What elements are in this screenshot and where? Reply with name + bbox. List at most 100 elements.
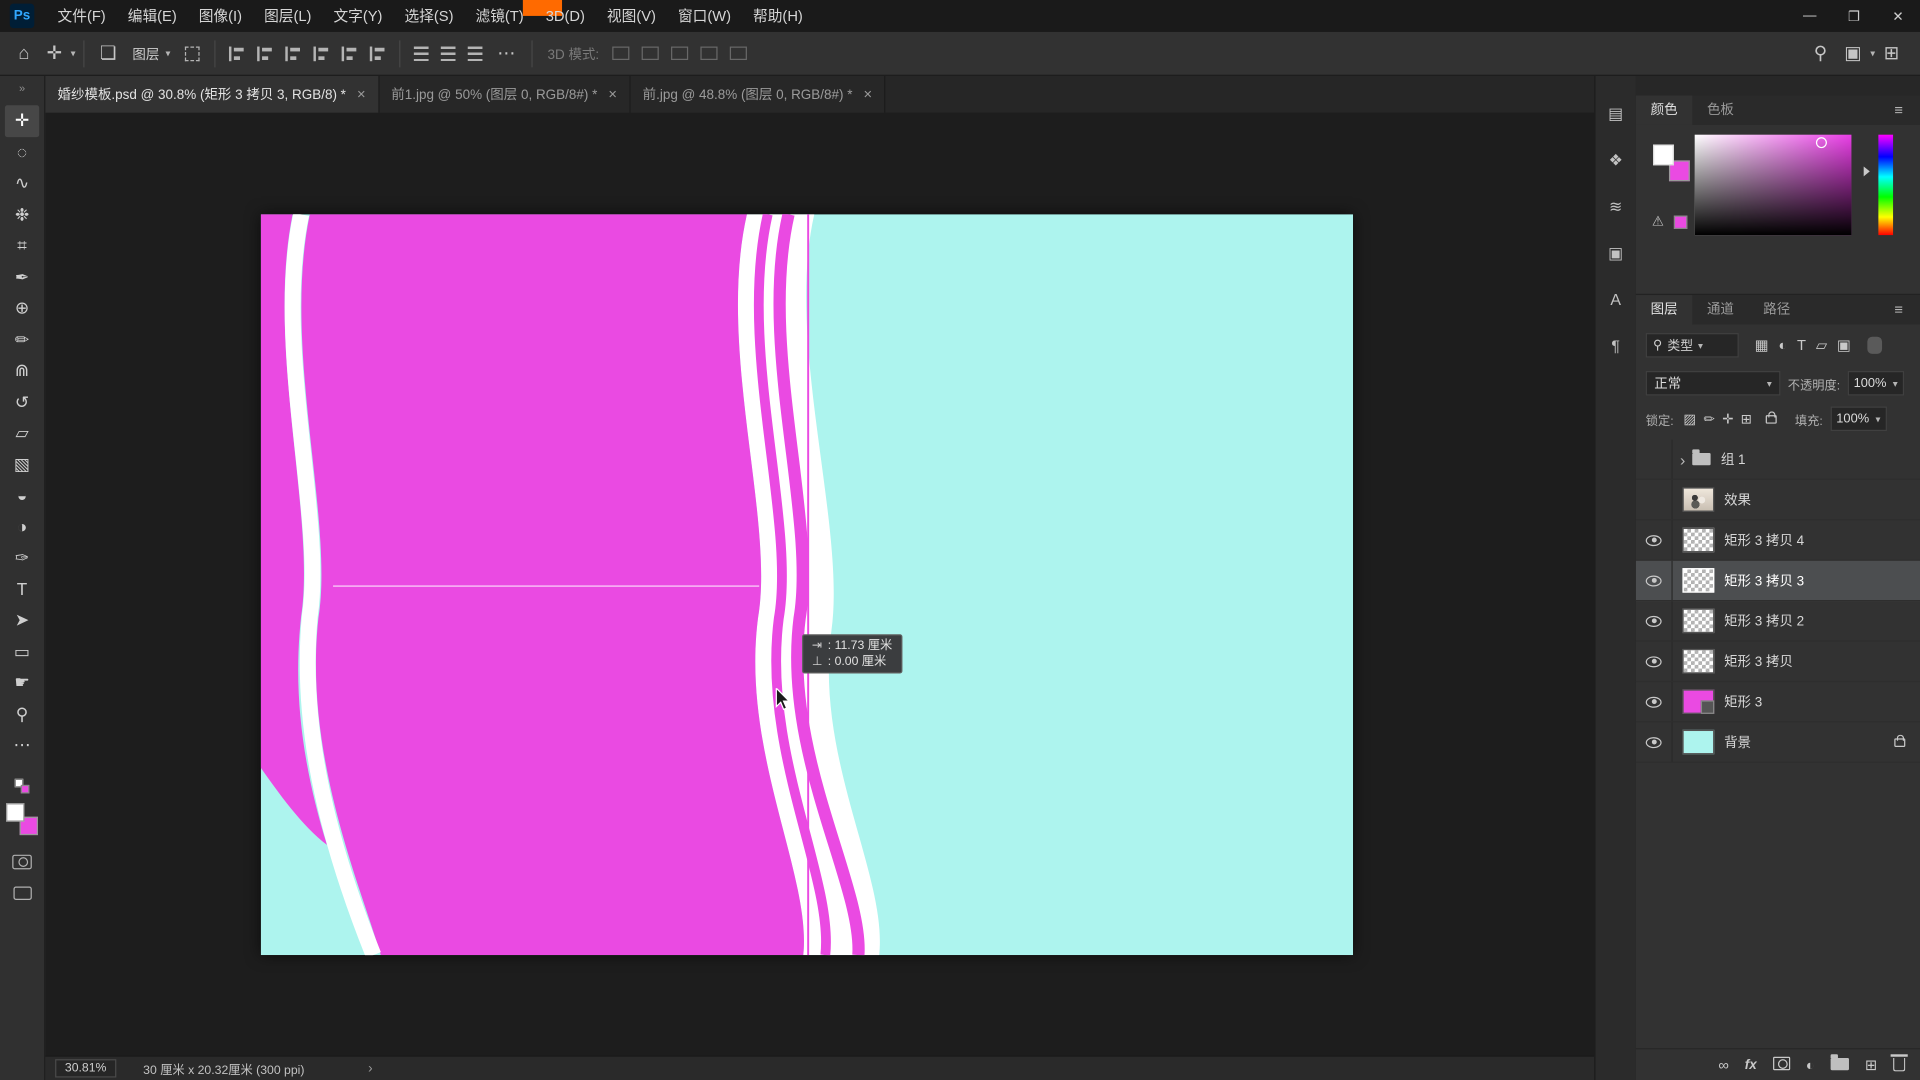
layer-style-icon[interactable]: fx — [1745, 1057, 1757, 1072]
layer-filter-toggle[interactable] — [1867, 337, 1882, 354]
adjustment-layer-icon[interactable]: ◐ — [1806, 1056, 1815, 1073]
brush-tool[interactable]: ✏ — [5, 324, 39, 355]
menu-item[interactable]: 视图(V) — [596, 0, 667, 32]
hue-slider[interactable] — [1878, 135, 1893, 235]
layer-row[interactable]: 背景 — [1636, 722, 1920, 762]
quick-select-tool[interactable]: ❉ — [5, 199, 39, 230]
lock-transparent-icon[interactable]: ▨ — [1681, 411, 1699, 427]
distribute-vertical-icon[interactable] — [414, 46, 429, 61]
collapse-toolbar-icon[interactable]: » — [0, 76, 44, 98]
layer-row[interactable]: 矩形 3 拷贝 4 — [1636, 520, 1920, 560]
distribute-even-icon[interactable] — [468, 46, 483, 61]
menu-item[interactable]: 图层(L) — [253, 0, 322, 32]
menu-item[interactable]: 图像(I) — [188, 0, 253, 32]
align-top-icon[interactable] — [314, 46, 330, 61]
layer-thumbnail[interactable] — [1682, 487, 1714, 511]
align-left-icon[interactable] — [229, 46, 245, 61]
properties-panel-icon[interactable]: ▤ — [1608, 103, 1623, 125]
align-right-icon[interactable] — [285, 46, 301, 61]
layer-row[interactable]: 矩形 3 拷贝 2 — [1636, 601, 1920, 641]
lock-position-icon[interactable]: ✛ — [1720, 411, 1736, 427]
foreground-color-swatch[interactable] — [6, 803, 24, 821]
tab-channels[interactable]: 通道 — [1692, 295, 1748, 324]
menu-item[interactable]: 文字(Y) — [322, 0, 393, 32]
visibility-toggle[interactable] — [1636, 682, 1673, 721]
saturation-brightness-field[interactable] — [1695, 135, 1852, 235]
color-picker-marker[interactable] — [1816, 137, 1827, 148]
visibility-toggle[interactable] — [1636, 480, 1673, 519]
link-layers-icon[interactable]: ∞ — [1718, 1056, 1728, 1073]
new-group-icon[interactable] — [1831, 1056, 1849, 1073]
layer-thumbnail[interactable] — [1682, 609, 1714, 633]
threed-mode-icon-2[interactable] — [642, 47, 659, 60]
document-tab[interactable]: 婚纱模板.psd @ 30.8% (矩形 3 拷贝 3, RGB/8) * × — [45, 76, 379, 113]
healing-brush-tool[interactable]: ⊕ — [5, 293, 39, 324]
hand-tool[interactable]: ☛ — [5, 667, 39, 698]
threed-mode-icon-3[interactable] — [671, 47, 688, 60]
swatches-panel-icon[interactable]: ❖ — [1609, 149, 1623, 171]
marquee-tool[interactable]: ◌ — [5, 137, 39, 168]
clone-source-panel-icon[interactable]: ▣ — [1608, 242, 1623, 264]
clone-stamp-tool[interactable]: ⋒ — [5, 355, 39, 386]
distribute-horizontal-icon[interactable] — [441, 46, 456, 61]
threed-mode-icon-4[interactable] — [701, 47, 718, 60]
layer-row[interactable]: › 组 1 — [1636, 440, 1920, 480]
show-transform-controls-icon[interactable] — [185, 46, 200, 61]
zoom-tool[interactable]: ⚲ — [5, 699, 39, 730]
delete-layer-icon[interactable] — [1893, 1054, 1905, 1075]
menu-item[interactable]: 文件(F) — [47, 0, 117, 32]
menu-item[interactable]: 窗口(W) — [667, 0, 742, 32]
home-icon[interactable]: ⌂ — [10, 32, 38, 74]
default-colors-icon[interactable] — [15, 778, 30, 793]
threed-mode-icon-1[interactable] — [613, 47, 630, 60]
eraser-tool[interactable]: ▱ — [5, 418, 39, 449]
pen-tool[interactable]: ✑ — [5, 542, 39, 573]
opacity-field[interactable]: 100% ▾ — [1847, 371, 1903, 395]
menu-item[interactable]: 帮助(H) — [742, 0, 814, 32]
paragraph-panel-icon[interactable]: ¶ — [1611, 336, 1620, 358]
filter-shape-layers-icon[interactable]: ▱ — [1812, 337, 1831, 354]
auto-select-target-dropdown[interactable]: 图层 ▾ — [125, 41, 178, 65]
status-expand-icon[interactable]: › — [361, 1060, 380, 1077]
eyedropper-tool[interactable]: ✒ — [5, 261, 39, 292]
close-icon[interactable]: × — [357, 86, 366, 103]
move-tool[interactable]: ✛ — [5, 105, 39, 136]
layer-row[interactable]: 效果 — [1636, 480, 1920, 520]
blend-mode-dropdown[interactable]: 正常 ▾ — [1646, 371, 1781, 395]
search-icon[interactable]: ⚲ — [1805, 32, 1836, 74]
type-tool[interactable]: T — [5, 574, 39, 605]
foreground-color-swatch[interactable] — [1653, 144, 1674, 165]
align-more-icon[interactable]: ⋯ — [489, 32, 525, 74]
layer-thumbnail[interactable] — [1682, 730, 1714, 754]
menu-item[interactable]: 滤镜(T) — [464, 0, 534, 32]
lock-image-icon[interactable]: ✏ — [1701, 411, 1717, 427]
fill-field[interactable]: 100% ▾ — [1830, 407, 1886, 431]
document-tab[interactable]: 前.jpg @ 48.8% (图层 0, RGB/8#) * × — [630, 76, 885, 113]
screen-mode-icon[interactable] — [13, 886, 31, 899]
menu-item[interactable]: 3D(D) — [535, 0, 596, 32]
restore-button[interactable]: ❐ — [1832, 0, 1876, 32]
visibility-toggle[interactable] — [1636, 601, 1673, 640]
layer-thumbnail[interactable] — [1682, 649, 1714, 673]
filter-type-layers-icon[interactable]: T — [1793, 337, 1809, 354]
tab-layers[interactable]: 图层 — [1636, 295, 1692, 324]
document-tab[interactable]: 前1.jpg @ 50% (图层 0, RGB/8#) * × — [379, 76, 630, 113]
menu-item[interactable]: 选择(S) — [393, 0, 464, 32]
close-icon[interactable]: × — [608, 86, 617, 103]
filter-smart-objects-icon[interactable]: ▣ — [1833, 337, 1854, 354]
new-layer-icon[interactable]: ⊞ — [1865, 1056, 1877, 1073]
lock-all-icon[interactable] — [1766, 414, 1777, 423]
align-center-h-icon[interactable] — [257, 46, 273, 61]
minimize-button[interactable]: — — [1788, 0, 1832, 32]
panel-menu-icon[interactable]: ≡ — [1887, 100, 1910, 120]
color-panel-swatches[interactable] — [1653, 144, 1690, 181]
crop-tool[interactable]: ⌗ — [5, 230, 39, 261]
workspace-switcher-icon[interactable]: ⊞ — [1875, 32, 1908, 74]
path-select-tool[interactable]: ➤ — [5, 605, 39, 636]
align-middle-icon[interactable] — [342, 46, 358, 61]
gamut-warning-swatch[interactable] — [1674, 216, 1687, 229]
tab-color[interactable]: 颜色 — [1636, 96, 1692, 125]
layer-row-selected[interactable]: 矩形 3 拷贝 3 — [1636, 561, 1920, 601]
layer-thumbnail[interactable] — [1682, 568, 1714, 592]
foreground-background-swatch[interactable] — [6, 803, 38, 835]
